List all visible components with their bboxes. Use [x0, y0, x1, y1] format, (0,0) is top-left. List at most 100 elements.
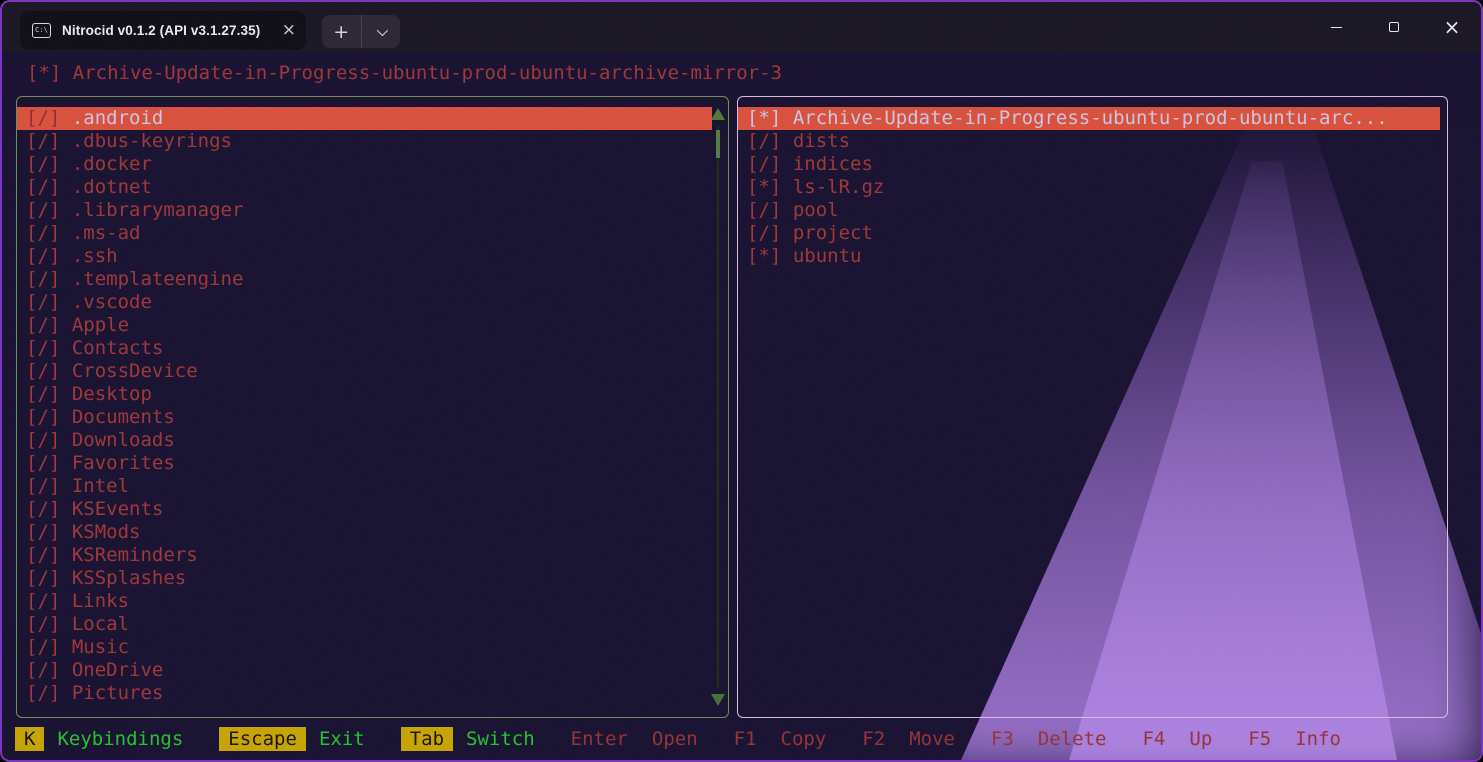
- close-button[interactable]: ×: [1423, 2, 1481, 52]
- caption-buttons: ×: [1307, 2, 1481, 52]
- file-row[interactable]: [/] project: [738, 222, 1440, 245]
- file-name: Favorites: [72, 452, 175, 475]
- file-name: Apple: [72, 314, 129, 337]
- keybinding-label: Exit: [319, 728, 365, 750]
- file-row[interactable]: [*] Archive-Update-in-Progress-ubuntu-pr…: [738, 107, 1440, 130]
- selection-marker: [/]: [26, 613, 60, 636]
- selection-marker: [/]: [26, 199, 60, 222]
- file-row[interactable]: [*] ubuntu: [738, 245, 1440, 268]
- file-row[interactable]: [/] .ms-ad: [17, 222, 712, 245]
- scrollbar-track[interactable]: [717, 126, 719, 688]
- file-name: project: [793, 222, 873, 245]
- selection-marker: [/]: [26, 475, 60, 498]
- file-row[interactable]: [/] Favorites: [17, 452, 712, 475]
- file-row[interactable]: [/] .vscode: [17, 291, 712, 314]
- file-row[interactable]: [/] Intel: [17, 475, 712, 498]
- file-row[interactable]: [/] Documents: [17, 406, 712, 429]
- file-name: Downloads: [72, 429, 175, 452]
- file-row[interactable]: [/] Downloads: [17, 429, 712, 452]
- file-name: .ms-ad: [72, 222, 141, 245]
- keybinding-item[interactable]: F5 Info: [1248, 728, 1341, 750]
- selection-marker: [/]: [26, 429, 60, 452]
- file-name: Intel: [72, 475, 129, 498]
- file-name: .dotnet: [72, 176, 152, 199]
- maximize-button[interactable]: [1365, 2, 1423, 52]
- selection-marker: [/]: [26, 360, 60, 383]
- keybinding-key: Tab: [401, 727, 453, 751]
- file-row[interactable]: [/] OneDrive: [17, 659, 712, 682]
- keybinding-label: Switch: [466, 728, 535, 750]
- file-row[interactable]: [/] Apple: [17, 314, 712, 337]
- file-name: Links: [72, 590, 129, 613]
- file-row[interactable]: [/] indices: [738, 153, 1440, 176]
- selection-marker: [/]: [26, 268, 60, 291]
- current-path-line: [*] Archive-Update-in-Progress-ubuntu-pr…: [27, 61, 782, 85]
- tab-dropdown-button[interactable]: [362, 15, 401, 48]
- file-row[interactable]: [/] .docker: [17, 153, 712, 176]
- file-row[interactable]: [/] Links: [17, 590, 712, 613]
- selection-marker: [/]: [26, 153, 60, 176]
- selection-marker: [/]: [747, 199, 781, 222]
- left-panel-scrollbar[interactable]: [711, 106, 725, 708]
- file-row[interactable]: [/] KSReminders: [17, 544, 712, 567]
- file-name: .librarymanager: [72, 199, 244, 222]
- file-name: Documents: [72, 406, 175, 429]
- keybinding-item[interactable]: F4 Up: [1142, 728, 1212, 750]
- keybinding-key: F1: [734, 728, 757, 750]
- keybinding-label: Keybindings: [57, 728, 183, 750]
- file-row[interactable]: [/] Music: [17, 636, 712, 659]
- left-file-panel: [/] .android [/] .dbus-keyrings [/] .doc…: [16, 96, 729, 718]
- selection-marker: [/]: [26, 544, 60, 567]
- file-row[interactable]: [/] .librarymanager: [17, 199, 712, 222]
- selection-marker: [/]: [26, 682, 60, 705]
- file-row[interactable]: [/] dists: [738, 130, 1440, 153]
- file-row[interactable]: [/] Pictures: [17, 682, 712, 705]
- file-name: .templateengine: [72, 268, 244, 291]
- keybinding-key: F4: [1142, 728, 1165, 750]
- file-row[interactable]: [/] Contacts: [17, 337, 712, 360]
- keybinding-item[interactable]: K Keybindings: [15, 727, 183, 751]
- scrollbar-thumb[interactable]: [716, 130, 720, 158]
- keybinding-item[interactable]: F1 Copy: [734, 728, 827, 750]
- file-row[interactable]: [/] .ssh: [17, 245, 712, 268]
- file-name: KSEvents: [72, 498, 164, 521]
- selection-marker: [/]: [26, 107, 60, 130]
- selection-marker: [/]: [26, 567, 60, 590]
- new-tab-group: +: [322, 15, 400, 48]
- file-name: ls-lR.gz: [793, 176, 885, 199]
- file-row[interactable]: [/] .android: [17, 107, 712, 130]
- file-name: .dbus-keyrings: [72, 130, 232, 153]
- file-row[interactable]: [/] CrossDevice: [17, 360, 712, 383]
- file-row[interactable]: [/] .templateengine: [17, 268, 712, 291]
- file-row[interactable]: [/] .dbus-keyrings: [17, 130, 712, 153]
- keybinding-item[interactable]: Escape Exit: [219, 727, 364, 751]
- file-row[interactable]: [/] KSEvents: [17, 498, 712, 521]
- file-row[interactable]: [/] .dotnet: [17, 176, 712, 199]
- file-row[interactable]: [*] ls-lR.gz: [738, 176, 1440, 199]
- keybinding-item[interactable]: F2 Move: [862, 728, 955, 750]
- selection-marker: [/]: [26, 337, 60, 360]
- minimize-button[interactable]: [1307, 2, 1365, 52]
- keybinding-item[interactable]: F3 Delete: [991, 728, 1107, 750]
- scroll-down-icon[interactable]: [711, 694, 725, 706]
- keybinding-item[interactable]: Tab Switch: [401, 727, 535, 751]
- new-tab-button[interactable]: +: [322, 15, 362, 48]
- terminal-window: C:\ Nitrocid v0.1.2 (API v3.1.27.35) × +…: [0, 0, 1483, 762]
- scroll-up-icon[interactable]: [711, 108, 725, 120]
- selection-marker: [*]: [747, 176, 781, 199]
- tab-close-icon[interactable]: ×: [282, 22, 296, 39]
- file-name: KSSplashes: [72, 567, 186, 590]
- keybinding-key: Escape: [219, 727, 306, 751]
- file-name: .android: [72, 107, 164, 130]
- file-row[interactable]: [/] KSSplashes: [17, 567, 712, 590]
- terminal-tab[interactable]: C:\ Nitrocid v0.1.2 (API v3.1.27.35) ×: [20, 11, 306, 50]
- file-row[interactable]: [/] Local: [17, 613, 712, 636]
- selection-marker: [/]: [747, 153, 781, 176]
- keybinding-item[interactable]: Enter Open: [571, 728, 698, 750]
- file-row[interactable]: [/] pool: [738, 199, 1440, 222]
- keybinding-label: Move: [909, 728, 955, 750]
- file-row[interactable]: [/] Desktop: [17, 383, 712, 406]
- selection-marker: [/]: [26, 291, 60, 314]
- file-row[interactable]: [/] KSMods: [17, 521, 712, 544]
- file-name: Music: [72, 636, 129, 659]
